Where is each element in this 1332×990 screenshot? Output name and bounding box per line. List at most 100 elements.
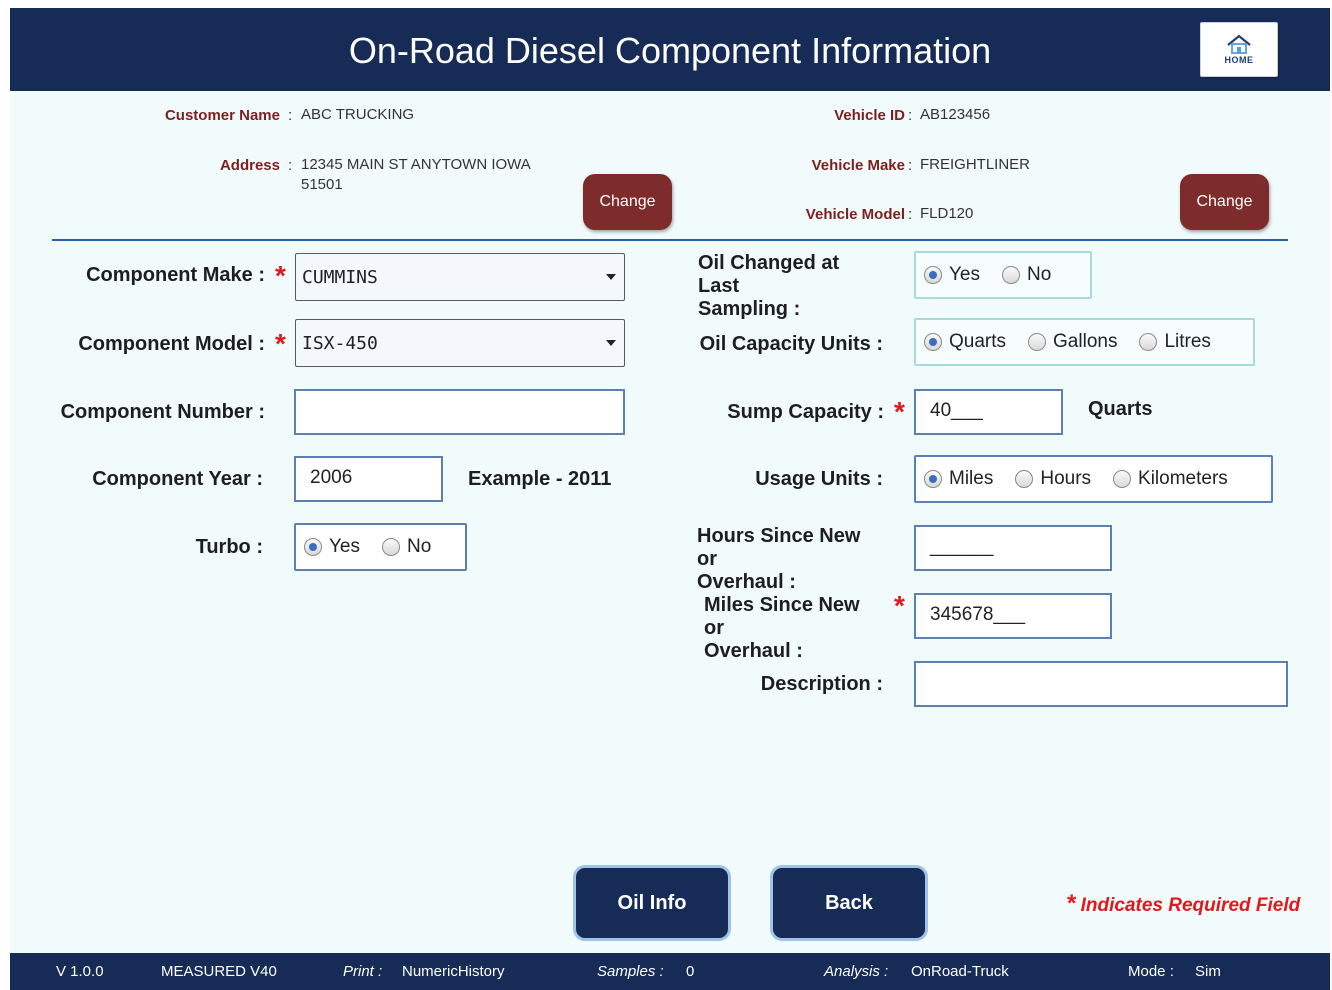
component-year-label: Component Year : [92, 468, 263, 490]
hours-radio[interactable]: Hours [1015, 468, 1091, 490]
component-model-value: ISX-450 [302, 333, 378, 354]
sump-capacity-input[interactable]: 40___ [914, 389, 1063, 435]
quarts-radio[interactable]: Quarts [924, 331, 1006, 353]
litres-radio[interactable]: Litres [1139, 331, 1211, 353]
mode-value: Sim [1195, 963, 1221, 980]
address-value: 12345 MAIN ST ANYTOWN IOWA 51501 [301, 155, 531, 195]
usage-units-radio-group: Miles Hours Kilometers [914, 455, 1273, 503]
sump-capacity-unit: Quarts [1088, 398, 1153, 420]
component-number-input[interactable] [294, 389, 625, 435]
measured-text: MEASURED V40 [161, 963, 277, 980]
radio-unselected-icon [1028, 333, 1047, 351]
turbo-yes-radio[interactable]: Yes [304, 536, 360, 558]
component-number-label: Component Number : [60, 401, 265, 423]
vehicle-make-value: FREIGHTLINER [920, 156, 1031, 173]
gallons-label: Gallons [1053, 331, 1118, 352]
turbo-no-label: No [407, 536, 432, 557]
hours-label: Hours [1040, 468, 1092, 489]
print-label: Print : [343, 963, 383, 980]
change-customer-button[interactable]: Change [583, 174, 672, 230]
oil-capacity-units-label: Oil Capacity Units : [699, 333, 883, 355]
description-label: Description : [760, 673, 883, 695]
customer-name-value: ABC TRUCKING [301, 106, 415, 123]
vehicle-id-label: Vehicle ID [834, 107, 905, 124]
oil-changed-yes-radio[interactable]: Yes [924, 264, 980, 286]
radio-unselected-icon [1113, 470, 1132, 488]
address-line-1: 12345 MAIN ST ANYTOWN IOWA [301, 156, 531, 173]
change-vehicle-button[interactable]: Change [1180, 174, 1269, 230]
gallons-radio[interactable]: Gallons [1028, 331, 1117, 353]
mode-label: Mode : [1128, 963, 1174, 980]
radio-unselected-icon [1015, 470, 1034, 488]
component-year-input[interactable]: 2006 [294, 456, 443, 502]
hours-since-new-label: Hours Since New or Overhaul : [650, 525, 883, 594]
component-year-example: Example - 2011 [468, 468, 612, 490]
miles-radio[interactable]: Miles [924, 468, 993, 490]
section-divider [52, 239, 1288, 241]
quarts-label: Quarts [949, 331, 1007, 352]
required-field-note: * Indicates Required Field [1066, 890, 1300, 918]
home-icon [1227, 34, 1251, 54]
miles-since-new-input[interactable]: 345678___ [914, 593, 1112, 639]
sump-capacity-label: Sump Capacity : [727, 401, 884, 423]
oil-info-button[interactable]: Oil Info [573, 865, 731, 941]
radio-selected-icon [924, 266, 942, 284]
hours-since-new-input[interactable]: ______ [914, 525, 1112, 571]
oil-changed-label-line-2: Sampling : [698, 298, 801, 320]
app-window: On-Road Diesel Component Information HOM… [10, 8, 1330, 990]
miles-since-new-label: Miles Since New or Overhaul : [650, 594, 883, 663]
radio-selected-icon [304, 538, 322, 556]
hours-since-new-label-line-1: Hours Since New or [697, 525, 861, 570]
component-make-value: CUMMINS [302, 267, 378, 288]
chevron-down-icon [606, 274, 616, 280]
address-label: Address [219, 157, 280, 174]
vehicle-make-label: Vehicle Make [811, 157, 905, 174]
oil-changed-label-line-1: Oil Changed at Last [698, 252, 840, 297]
turbo-no-radio[interactable]: No [382, 536, 431, 558]
turbo-yes-label: Yes [329, 536, 360, 557]
oil-changed-label: Oil Changed at Last Sampling : [650, 252, 883, 321]
vehicle-model-value: FLD120 [920, 205, 974, 222]
status-bar: V 1.0.0 MEASURED V40 Print : NumericHist… [10, 953, 1330, 990]
radio-selected-icon [924, 470, 942, 488]
miles-label: Miles [949, 468, 994, 489]
usage-units-label: Usage Units : [755, 468, 883, 490]
samples-value: 0 [686, 963, 695, 980]
miles-since-new-label-line-1: Miles Since New or [704, 594, 860, 639]
miles-since-new-label-line-2: Overhaul : [704, 640, 803, 662]
kilometers-label: Kilometers [1138, 468, 1228, 489]
required-asterisk: * [275, 328, 286, 359]
oil-changed-no-radio[interactable]: No [1002, 264, 1051, 286]
separator: : [288, 107, 293, 124]
oil-changed-yes-label: Yes [949, 264, 980, 285]
home-button[interactable]: HOME [1200, 22, 1278, 77]
samples-label: Samples : [597, 963, 664, 980]
print-value: NumericHistory [402, 963, 505, 980]
radio-unselected-icon [1139, 333, 1158, 351]
back-button[interactable]: Back [770, 865, 928, 941]
litres-label: Litres [1164, 331, 1211, 352]
description-input[interactable] [914, 661, 1288, 707]
separator: : [908, 107, 913, 124]
component-model-label: Component Model : [78, 333, 265, 355]
required-asterisk: * [275, 260, 286, 291]
component-make-select[interactable]: CUMMINS [295, 253, 625, 301]
required-asterisk: * [894, 590, 905, 621]
oil-changed-no-label: No [1027, 264, 1052, 285]
customer-name-label: Customer Name [164, 107, 280, 124]
required-note-text: Indicates Required Field [1080, 895, 1301, 916]
kilometers-radio[interactable]: Kilometers [1113, 468, 1228, 490]
separator: : [908, 157, 913, 174]
radio-unselected-icon [1002, 266, 1020, 284]
required-asterisk: * [894, 396, 905, 427]
page-title: On-Road Diesel Component Information [348, 30, 992, 71]
analysis-value: OnRoad-Truck [911, 963, 1009, 980]
analysis-label: Analysis : [824, 963, 889, 980]
oil-changed-radio-group: Yes No [914, 251, 1092, 299]
component-model-select[interactable]: ISX-450 [295, 319, 625, 367]
turbo-label: Turbo : [195, 536, 263, 558]
radio-unselected-icon [382, 538, 400, 556]
chevron-down-icon [606, 340, 616, 346]
vehicle-id-value: AB123456 [920, 106, 991, 123]
hours-since-new-label-line-2: Overhaul : [697, 571, 796, 593]
